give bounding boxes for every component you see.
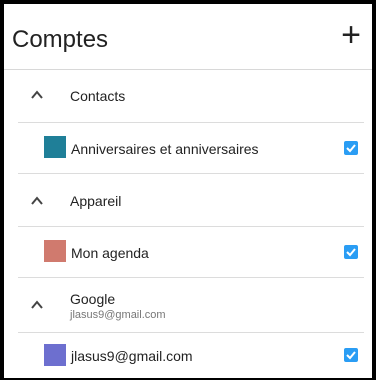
- visibility-checkbox[interactable]: [344, 245, 358, 259]
- list-item-calendar[interactable]: jlasus9@gmail.com: [4, 333, 372, 378]
- checkmark-icon: [346, 248, 356, 257]
- group-title: Google: [70, 291, 116, 307]
- accounts-panel: Comptes + Contacts Anniversaires et anni…: [4, 4, 372, 378]
- title-bar: Comptes +: [4, 4, 372, 70]
- group-subtitle: jlasus9@gmail.com: [70, 309, 166, 321]
- page-title: Comptes: [12, 26, 109, 53]
- calendar-color-swatch: [44, 240, 66, 262]
- calendar-label: Mon agenda: [71, 245, 149, 261]
- visibility-checkbox[interactable]: [344, 141, 358, 155]
- group-title: Contacts: [70, 88, 126, 104]
- chevron-up-icon: [31, 300, 43, 309]
- group-contacts-header[interactable]: Contacts: [4, 70, 372, 122]
- calendar-color-swatch: [44, 344, 66, 366]
- add-account-button[interactable]: +: [336, 18, 366, 52]
- calendar-color-swatch: [44, 136, 66, 158]
- checkmark-icon: [346, 144, 356, 153]
- calendar-label: jlasus9@gmail.com: [71, 348, 193, 364]
- chevron-up-icon: [31, 90, 43, 99]
- visibility-checkbox[interactable]: [344, 348, 358, 362]
- chevron-up-icon: [31, 196, 43, 205]
- plus-icon: +: [341, 16, 361, 54]
- calendar-label: Anniversaires et anniversaires: [71, 141, 259, 157]
- group-appareil-header[interactable]: Appareil: [4, 174, 372, 226]
- checkmark-icon: [346, 351, 356, 360]
- list-item-calendar[interactable]: Mon agenda: [4, 227, 372, 277]
- list-item-calendar[interactable]: Anniversaires et anniversaires: [4, 123, 372, 173]
- group-google-header[interactable]: Google jlasus9@gmail.com: [4, 278, 372, 332]
- group-title: Appareil: [70, 193, 122, 209]
